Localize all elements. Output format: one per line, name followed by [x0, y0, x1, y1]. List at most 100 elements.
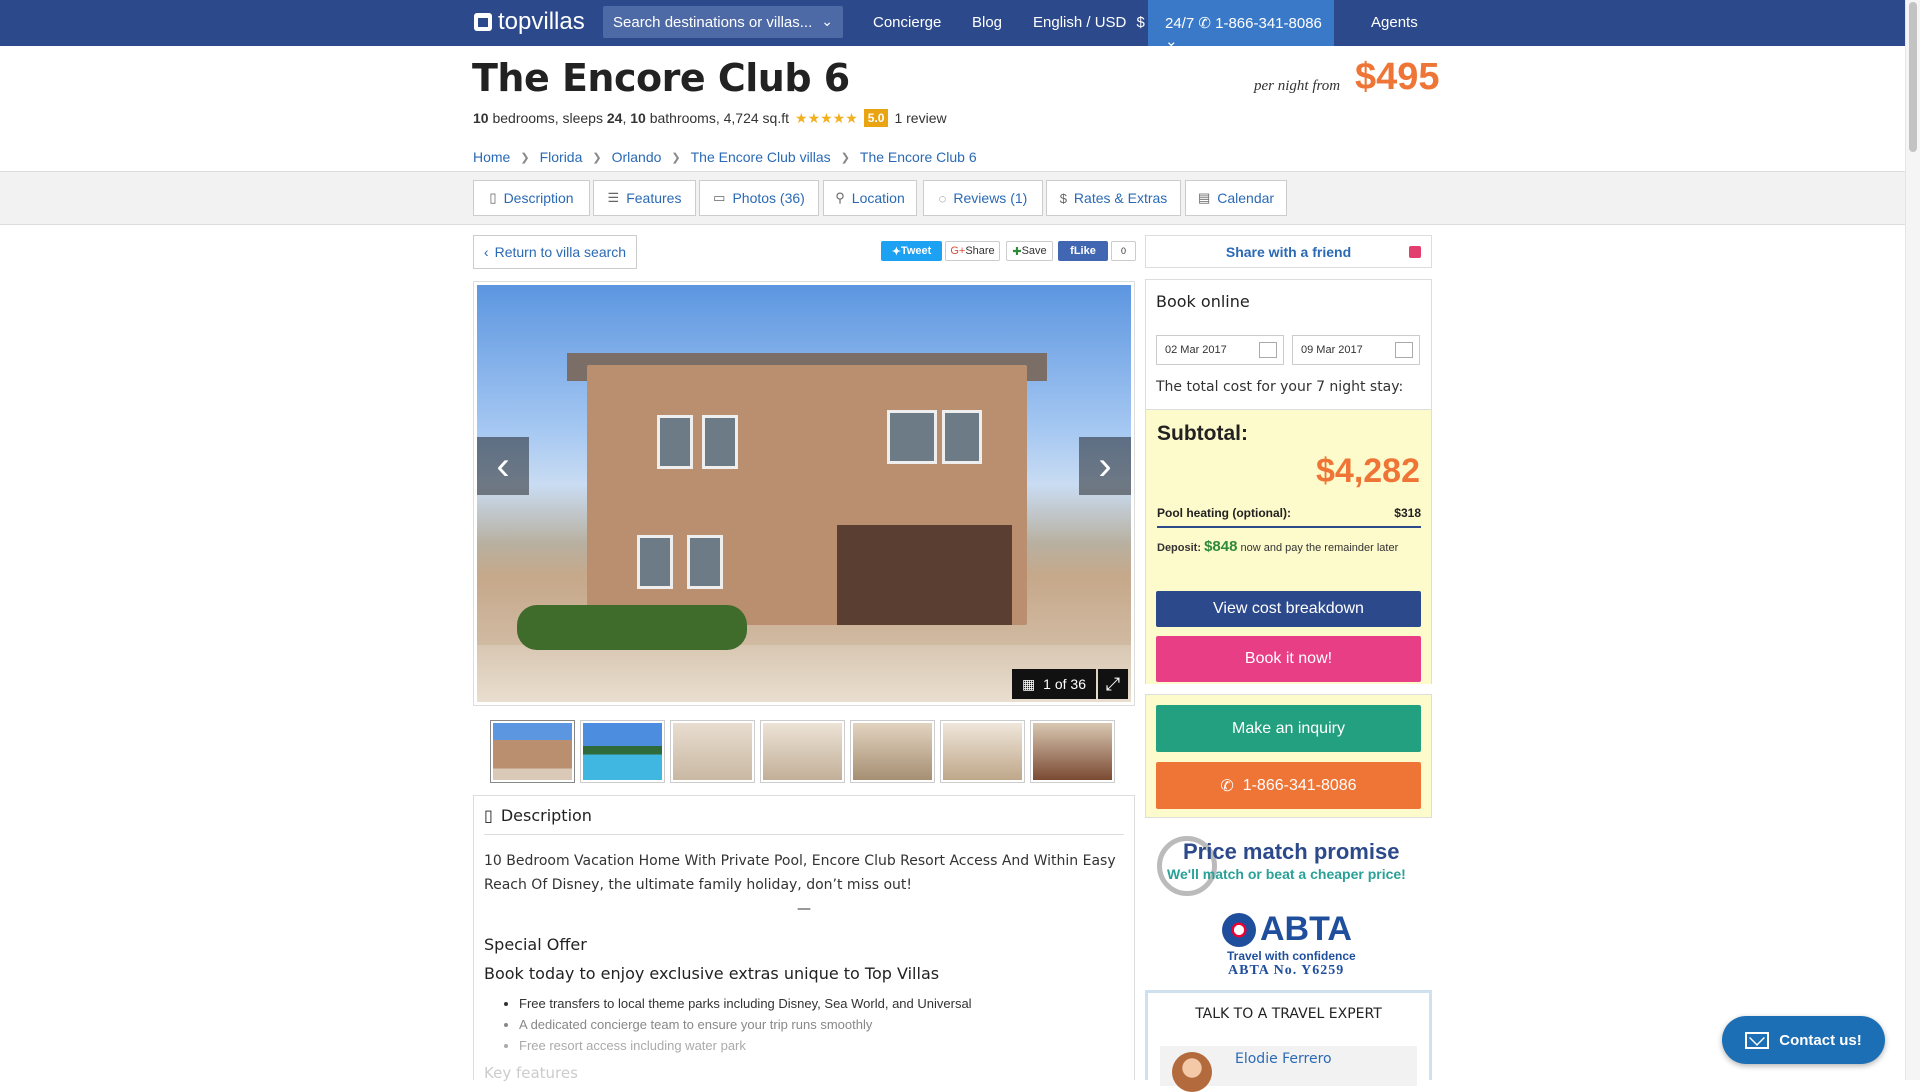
villa-title: The Encore Club 6: [472, 56, 850, 100]
map-pin-icon: ⚲: [835, 190, 845, 205]
google-share-button[interactable]: G+ Share: [945, 241, 1000, 261]
dollar-icon: $: [1136, 14, 1145, 31]
photo-window: [657, 415, 693, 469]
contact-us-button[interactable]: Contact us!: [1722, 1016, 1885, 1064]
chevron-left-icon: ‹: [496, 443, 510, 488]
breadcrumb-current[interactable]: The Encore Club 6: [860, 149, 977, 165]
return-to-search-button[interactable]: ‹ Return to villa search: [473, 235, 637, 269]
thumbnail[interactable]: [850, 720, 935, 783]
pool-heating-row[interactable]: Pool heating (optional): $318: [1157, 506, 1421, 528]
thumbnail[interactable]: [670, 720, 755, 783]
search-input[interactable]: Search destinations or villas... ⌄: [603, 6, 843, 38]
price-match-badge: Price match promise We'll match or beat …: [1150, 836, 1432, 896]
thumbnail[interactable]: [760, 720, 845, 783]
price-match-title: Price match promise: [1183, 839, 1400, 864]
chevron-left-icon: ‹: [483, 244, 489, 260]
document-icon: ▯: [484, 806, 493, 825]
subtotal-label: Subtotal:: [1157, 422, 1248, 445]
tab-description[interactable]: ▯ Description: [473, 180, 590, 216]
nav-blog[interactable]: Blog: [972, 14, 1002, 31]
facebook-like-button[interactable]: f Like: [1058, 241, 1108, 261]
save-icon: ✚: [1012, 245, 1022, 258]
tab-photos[interactable]: ▭ Photos (36): [699, 180, 819, 216]
save-button[interactable]: ✚ Save: [1006, 241, 1053, 261]
nav-agents[interactable]: Agents: [1371, 14, 1418, 31]
chevron-right-icon: ❯: [840, 151, 850, 164]
chevron-down-icon: ⌄: [821, 13, 833, 29]
inquiry-label: Make an inquiry: [1232, 719, 1345, 737]
chevron-right-icon: ❯: [671, 151, 681, 164]
fullscreen-button[interactable]: ⤢: [1098, 669, 1128, 699]
page-scrollbar[interactable]: [1905, 0, 1920, 1080]
thumbnail[interactable]: [940, 720, 1025, 783]
chevron-right-icon: ›: [1098, 443, 1112, 488]
book-now-button[interactable]: Book it now!: [1156, 636, 1421, 682]
prev-photo-button[interactable]: ‹: [477, 437, 529, 495]
abta-globe-icon: [1222, 912, 1256, 947]
photo-garage: [837, 525, 1012, 625]
chevron-right-icon: ❯: [520, 151, 530, 164]
tab-features[interactable]: ☰ Features: [593, 180, 696, 216]
agent-name[interactable]: Elodie Ferrero: [1235, 1051, 1332, 1067]
list-icon: ☰: [607, 190, 620, 205]
breadcrumb-florida[interactable]: Florida: [540, 149, 583, 165]
rating-badge: 5.0: [863, 109, 889, 127]
subtotal-amount: $4,282: [1316, 452, 1420, 490]
tab-calendar[interactable]: ▤ Calendar: [1185, 180, 1287, 216]
abta-tagline: Travel with confidence: [1227, 949, 1356, 963]
view-cost-breakdown-button[interactable]: View cost breakdown: [1156, 591, 1421, 627]
checkin-date-field[interactable]: 02 Mar 2017: [1156, 335, 1284, 365]
tweet-label: Tweet: [900, 245, 932, 257]
calendar-icon: [1259, 342, 1277, 358]
breadcrumb-encore-club[interactable]: The Encore Club villas: [691, 149, 831, 165]
nav-concierge[interactable]: Concierge: [873, 14, 941, 31]
call-phone-button[interactable]: ✆ 1-866-341-8086: [1156, 762, 1421, 809]
thumbnail[interactable]: [490, 720, 575, 783]
description-header: ▯ Description: [484, 806, 1124, 835]
deposit-amount: $848: [1204, 538, 1238, 555]
agent-card[interactable]: Elodie Ferrero: [1160, 1046, 1417, 1092]
villa-specs: 10 bedrooms, sleeps 24, 10 bathrooms, 4,…: [473, 110, 790, 126]
tab-location[interactable]: ⚲ Location: [823, 180, 917, 216]
search-placeholder: Search destinations or villas...: [613, 14, 813, 31]
next-photo-button[interactable]: ›: [1079, 437, 1131, 495]
price-from-label: per night from: [1254, 78, 1341, 94]
nav-phone[interactable]: 24/7 ✆ 1-866-341-8086 ⌄: [1148, 0, 1334, 50]
scrollbar-thumb[interactable]: [1909, 2, 1917, 152]
document-icon: ▯: [489, 190, 497, 205]
breadcrumb-orlando[interactable]: Orlando: [612, 149, 662, 165]
make-inquiry-button[interactable]: Make an inquiry: [1156, 705, 1421, 752]
photo-window: [687, 535, 723, 589]
checkout-date: 09 Mar 2017: [1301, 344, 1363, 356]
share-icon: [1409, 246, 1421, 258]
photo-counter[interactable]: ▦ 1 of 36: [1011, 669, 1096, 699]
pool-heating-label: Pool heating (optional):: [1157, 506, 1291, 520]
checkin-date: 02 Mar 2017: [1165, 344, 1227, 356]
image-icon: ▭: [713, 190, 726, 205]
logo[interactable]: topvillas: [474, 8, 585, 36]
call-phone-label: 1-866-341-8086: [1242, 776, 1357, 794]
main-photo[interactable]: ‹ › ▦ 1 of 36 ⤢: [477, 285, 1131, 702]
tab-reviews[interactable]: ◌ Reviews (1): [923, 180, 1043, 216]
tab-rates[interactable]: $ Rates & Extras: [1046, 180, 1181, 216]
share-with-friend-button[interactable]: Share with a friend: [1145, 235, 1432, 268]
checkout-date-field[interactable]: 09 Mar 2017: [1292, 335, 1420, 365]
nav-currency[interactable]: English / USD $: [1033, 14, 1145, 31]
photo-gallery: ‹ › ▦ 1 of 36 ⤢: [473, 281, 1135, 706]
description-heading: Description: [500, 806, 592, 825]
total-cost-text: The total cost for your 7 night stay:: [1156, 379, 1404, 395]
divider: —: [797, 901, 811, 917]
thumbnail[interactable]: [580, 720, 665, 783]
reviews-count[interactable]: 1 review: [894, 110, 946, 126]
google-plus-icon: G+: [950, 245, 966, 257]
logo-text: topvillas: [498, 8, 585, 35]
thumbnail[interactable]: [1030, 720, 1115, 783]
avatar: [1172, 1052, 1212, 1092]
tab-label: Rates & Extras: [1073, 190, 1168, 206]
list-item: A dedicated concierge team to ensure you…: [519, 1014, 1124, 1035]
tweet-button[interactable]: ✦ Tweet: [881, 241, 942, 261]
thumbnail-strip: [490, 720, 1115, 783]
breadcrumb-home[interactable]: Home: [473, 149, 510, 165]
deposit-label: Deposit:: [1157, 542, 1201, 554]
breadcrumb: Home ❯ Florida ❯ Orlando ❯ The Encore Club …: [473, 149, 977, 165]
